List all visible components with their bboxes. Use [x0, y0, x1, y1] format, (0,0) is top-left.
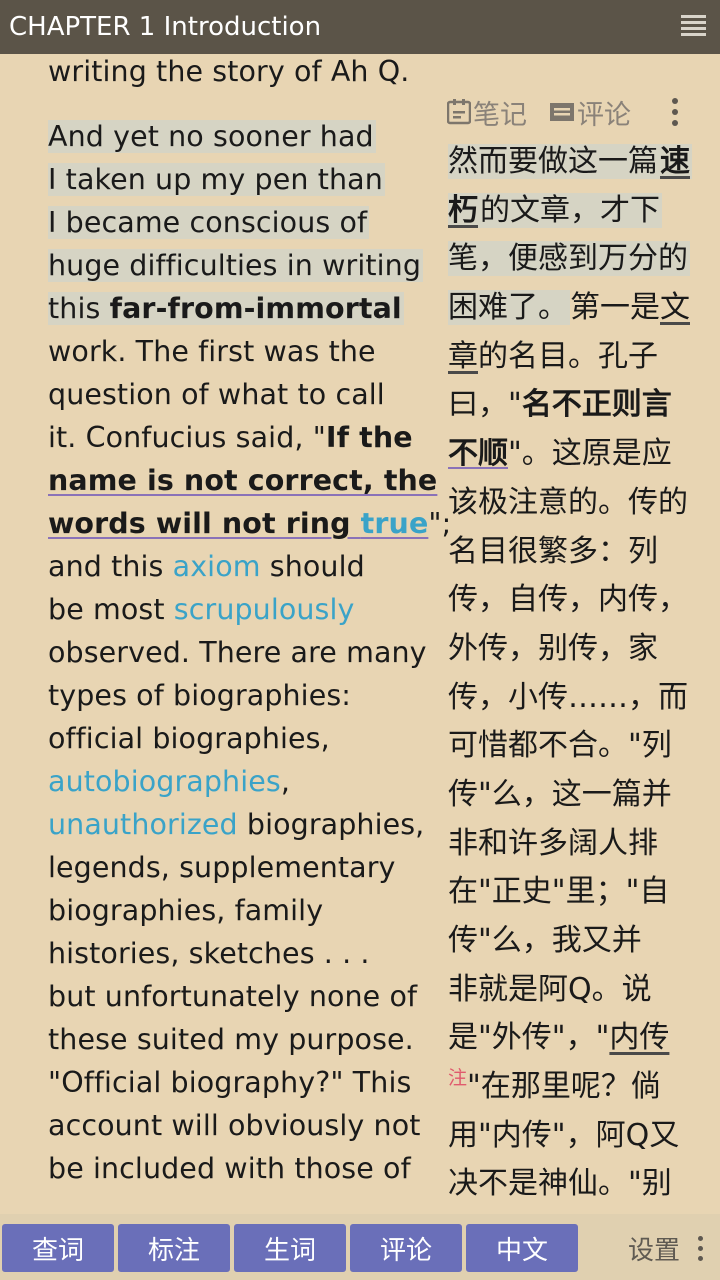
text-line: 传"么，我又并	[448, 923, 642, 958]
text-line: 在"正史"里；"自	[448, 874, 670, 910]
text-line: work. The first was the	[48, 335, 376, 368]
comment-icon	[550, 103, 574, 121]
vocab-link-true[interactable]: true	[361, 507, 429, 540]
paragraph-tools: 笔记 评论	[447, 92, 653, 132]
text-line: 用"内传"，阿Q又	[448, 1117, 680, 1153]
text-line: histories, sketches . . .	[48, 937, 370, 970]
text-line: 外传，别传，家	[448, 630, 658, 666]
text-line: 是"外传"，"内传	[448, 1020, 670, 1056]
chinese-button[interactable]: 中文	[466, 1224, 578, 1272]
notes-label: 笔记	[473, 99, 527, 131]
underlined-word[interactable]: 文	[660, 290, 690, 325]
vocab-link-axiom[interactable]: axiom	[173, 550, 261, 583]
quote-phrase[interactable]: 不顺	[448, 436, 508, 471]
vocab-link-autobiographies[interactable]: autobiographies	[48, 765, 281, 798]
text-line: 该极注意的。传的	[448, 484, 688, 520]
text-line: legends, supplementary	[48, 851, 396, 884]
text-line: biographies, family	[48, 894, 324, 927]
highlighted-text[interactable]: 笔，便感到万分的	[448, 241, 690, 277]
text-line: 传，自传，内传，	[448, 582, 688, 618]
bold-phrase[interactable]: 朽	[448, 192, 480, 228]
vocabulary-button[interactable]: 生词	[234, 1224, 346, 1272]
highlighted-text[interactable]: I became conscious of	[48, 206, 370, 239]
top-bar: CHAPTER 1 Introduction	[0, 0, 720, 54]
vocab-link-unauthorized[interactable]: unauthorized	[48, 808, 238, 841]
notebook-icon	[447, 99, 471, 125]
more-vertical-icon[interactable]	[672, 98, 682, 131]
lookup-button[interactable]: 查词	[2, 1224, 114, 1272]
text-line: 非就是阿Q。说	[448, 971, 652, 1007]
comments-button[interactable]: 评论	[549, 93, 631, 132]
text-line: 可惜都不合。"列	[448, 728, 672, 764]
comment-button[interactable]: 评论	[350, 1224, 462, 1272]
quote-phrase[interactable]: words will not ring true	[48, 507, 428, 540]
text-line: unauthorized biographies,	[48, 808, 425, 841]
highlighted-text[interactable]: I taken up my pen than	[48, 163, 385, 196]
text-line: and this axiom should	[48, 550, 365, 583]
text-line: 传，小传……，而	[448, 679, 688, 715]
bottom-toolbar: 查词 标注 生词 评论 中文 设置	[0, 1214, 720, 1280]
comments-label: 评论	[577, 99, 631, 131]
text-line: 非和许多阔人排	[448, 825, 658, 861]
quote-phrase[interactable]: 名不正则言	[522, 387, 672, 422]
vocab-link-scrupulously[interactable]: scrupulously	[174, 593, 355, 626]
bold-phrase[interactable]: 速	[660, 144, 692, 179]
text-line: observed. There are many	[48, 636, 427, 669]
text-line: official biographies,	[48, 722, 330, 755]
settings-button[interactable]: 设置	[628, 1230, 680, 1267]
quote-phrase[interactable]: name is not correct, the	[48, 464, 437, 497]
text-line: name is not correct, the	[48, 459, 437, 502]
annotate-button[interactable]: 标注	[118, 1224, 230, 1272]
text-line: 名目很繁多：列	[448, 533, 658, 569]
text-line: 决不是神仙。"别	[448, 1166, 672, 1202]
chapter-title: CHAPTER 1 Introduction	[9, 12, 322, 42]
footnote-marker[interactable]: 注	[448, 1067, 467, 1089]
text-line: writing the story of Ah Q.	[48, 55, 410, 88]
text-line: these suited my purpose.	[48, 1023, 414, 1056]
highlighted-text[interactable]: this far-from-immortal	[48, 292, 404, 325]
chinese-text-panel[interactable]: 然而要做这一篇速 朽的文章，才下 笔，便感到万分的 困难了。第一是文 章的名目。…	[448, 138, 710, 1209]
notes-button[interactable]: 笔记	[447, 93, 527, 132]
more-vertical-icon[interactable]	[698, 1236, 703, 1266]
text-line: words will not ring true";	[48, 507, 452, 540]
text-line: "Official biography?" This	[48, 1066, 412, 1099]
underlined-word[interactable]: 章	[448, 339, 478, 374]
highlighted-text[interactable]: And yet no sooner had	[48, 120, 376, 153]
text-line: 传"么，这一篇并	[448, 776, 672, 812]
hamburger-menu-icon[interactable]	[681, 15, 706, 37]
bold-phrase: far-from-immortal	[109, 292, 402, 325]
text-line: but unfortunately none of	[48, 980, 418, 1013]
highlighted-text[interactable]: huge difficulties in writing	[48, 249, 424, 282]
text-line: question of what to call	[48, 378, 385, 411]
text-line: it. Confucius said, "If the	[48, 421, 413, 454]
text-line: 注"在那里呢？倘	[448, 1067, 661, 1105]
text-line: be included with those of	[48, 1152, 411, 1185]
quote-phrase[interactable]: If the	[326, 421, 413, 454]
text-line: autobiographies,	[48, 765, 290, 798]
highlighted-text[interactable]: 困难了。	[448, 290, 570, 326]
english-text-panel[interactable]: writing the story of Ah Q. And yet no so…	[48, 50, 452, 1190]
underlined-word[interactable]: 内传	[609, 1020, 669, 1055]
text-line: types of biographies:	[48, 679, 351, 712]
highlighted-text[interactable]: 的文章，才下	[480, 192, 662, 228]
text-line: be most scrupulously	[48, 593, 355, 626]
text-line: account will obviously not	[48, 1109, 421, 1142]
highlighted-text[interactable]: 然而要做这一篇	[448, 144, 660, 179]
